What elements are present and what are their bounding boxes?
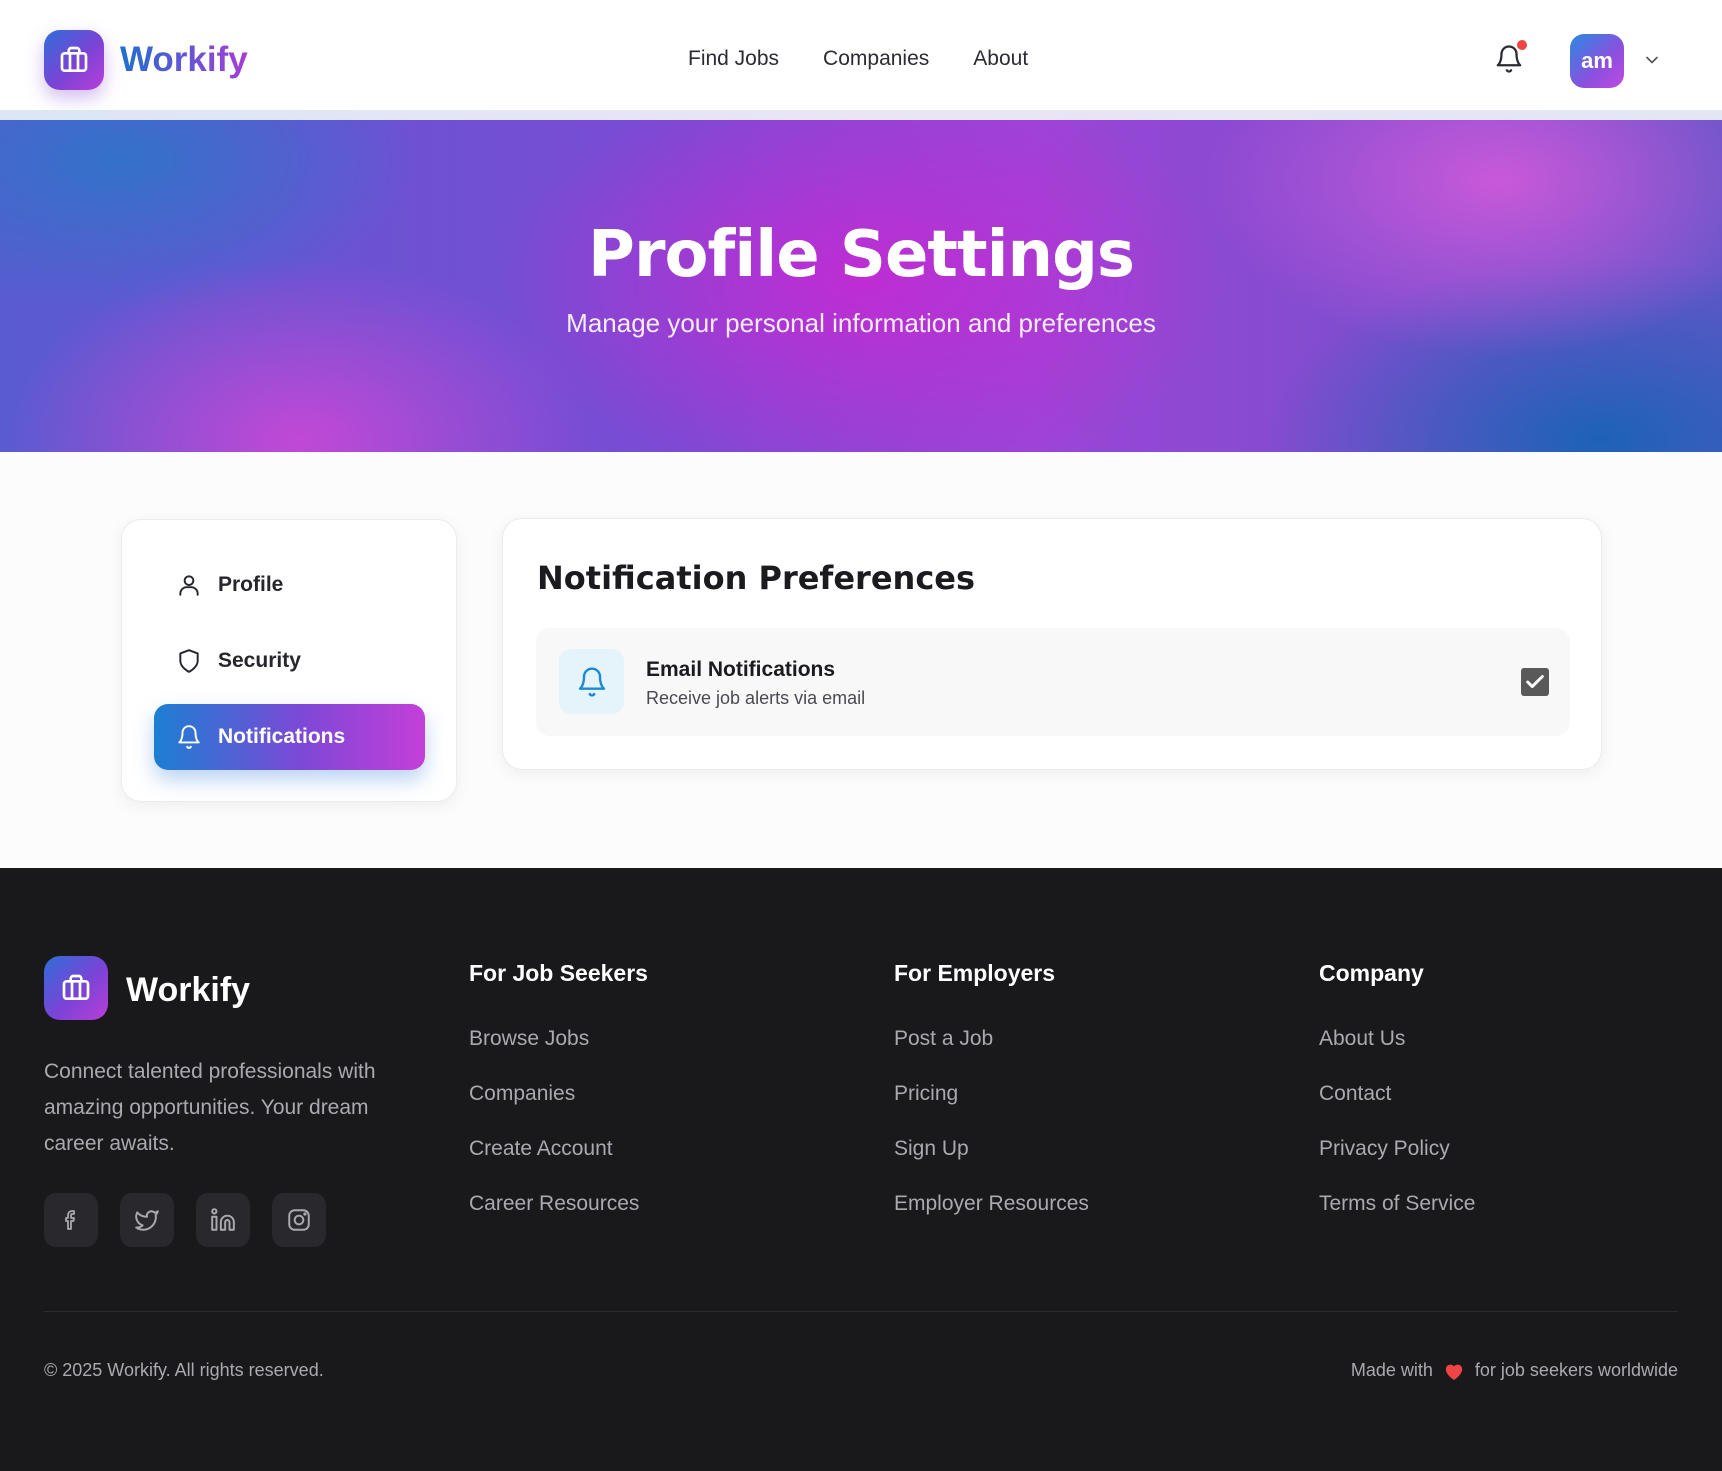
footer-brand-name[interactable]: Workify <box>126 971 250 1010</box>
sidebar-item-label: Profile <box>218 573 284 596</box>
made-with-prefix: Made with <box>1350 1360 1433 1380</box>
footer-column-job-seekers: For Job Seekers Browse Jobs Companies Cr… <box>469 960 648 1247</box>
sidebar-item-security[interactable]: Security <box>154 628 425 694</box>
linkedin-button[interactable] <box>196 1193 250 1247</box>
linkedin-icon <box>211 1208 235 1231</box>
footer-link-pricing[interactable]: Pricing <box>894 1082 1089 1137</box>
hero-banner: Profile Settings Manage your personal in… <box>0 120 1722 452</box>
bell-icon <box>578 667 605 696</box>
made-with-text: Made with for job seekers worldwide <box>1351 1360 1678 1381</box>
site-footer: Workify Connect talented professionals w… <box>0 868 1722 1471</box>
sidebar-item-profile[interactable]: Profile <box>154 552 425 618</box>
footer-logo-badge[interactable] <box>44 956 108 1020</box>
page-title: Profile Settings <box>588 218 1135 292</box>
footer-link-browse-jobs[interactable]: Browse Jobs <box>469 1027 648 1082</box>
footer-link-about-us[interactable]: About Us <box>1319 1027 1475 1082</box>
footer-link-employer-resources[interactable]: Employer Resources <box>894 1192 1089 1247</box>
nav-link-about[interactable]: About <box>973 47 1028 71</box>
footer-link-sign-up[interactable]: Sign Up <box>894 1137 1089 1192</box>
brand-name[interactable]: Workify <box>120 40 248 80</box>
preference-title: Email Notifications <box>646 658 836 681</box>
footer-link-terms-of-service[interactable]: Terms of Service <box>1319 1192 1475 1247</box>
twitter-button[interactable] <box>120 1193 174 1247</box>
chevron-down-icon[interactable] <box>1642 50 1662 70</box>
footer-column-heading: Company <box>1319 960 1424 986</box>
sidebar-item-notifications[interactable]: Notifications <box>154 704 425 770</box>
heart-icon <box>1445 1364 1463 1380</box>
footer-column-company: Company About Us Contact Privacy Policy … <box>1319 960 1475 1247</box>
footer-link-career-resources[interactable]: Career Resources <box>469 1192 648 1247</box>
footer-column-employers: For Employers Post a Job Pricing Sign Up… <box>894 960 1089 1247</box>
sidebar-item-label: Notifications <box>218 725 346 748</box>
logo-badge[interactable] <box>44 30 104 90</box>
notification-dot <box>1517 40 1527 50</box>
top-navbar: Workify Find Jobs Companies About am <box>0 0 1722 110</box>
sidebar-item-label: Security <box>218 649 301 672</box>
section-title: Notification Preferences <box>537 559 976 597</box>
email-notifications-checkbox[interactable] <box>1521 668 1549 696</box>
footer-link-contact[interactable]: Contact <box>1319 1082 1475 1137</box>
twitter-icon <box>135 1210 159 1231</box>
instagram-icon <box>288 1209 310 1231</box>
user-icon <box>179 575 199 596</box>
settings-sidebar: Profile Security Notifications <box>121 519 457 802</box>
facebook-icon <box>65 1210 75 1230</box>
checkmark-icon <box>1526 675 1544 689</box>
preference-row-email: Email Notifications Receive job alerts v… <box>536 628 1570 736</box>
footer-description: Connect talented professionals with amaz… <box>44 1060 376 1155</box>
footer-column-heading: For Job Seekers <box>469 960 648 986</box>
footer-column-heading: For Employers <box>894 960 1056 986</box>
made-with-suffix: for job seekers worldwide <box>1474 1360 1678 1380</box>
bell-icon <box>178 725 200 749</box>
nav-divider <box>0 110 1722 120</box>
page-subtitle: Manage your personal information and pre… <box>566 308 1156 338</box>
preference-icon <box>559 649 624 714</box>
briefcase-icon <box>62 974 90 1000</box>
main-nav: Find Jobs Companies About <box>688 47 1028 71</box>
nav-link-companies[interactable]: Companies <box>823 47 929 71</box>
nav-link-find-jobs[interactable]: Find Jobs <box>688 47 779 71</box>
facebook-button[interactable] <box>44 1193 98 1247</box>
copyright-text: © 2025 Workify. All rights reserved. <box>44 1360 324 1380</box>
footer-link-create-account[interactable]: Create Account <box>469 1137 648 1192</box>
preference-description: Receive job alerts via email <box>646 688 866 708</box>
footer-divider <box>44 1311 1678 1312</box>
shield-icon <box>179 649 199 673</box>
footer-link-companies[interactable]: Companies <box>469 1082 648 1137</box>
briefcase-icon <box>60 46 88 72</box>
avatar[interactable]: am <box>1570 34 1624 88</box>
notification-preferences-card: Notification Preferences Email Notificat… <box>502 518 1602 770</box>
instagram-button[interactable] <box>272 1193 326 1247</box>
footer-link-privacy-policy[interactable]: Privacy Policy <box>1319 1137 1475 1192</box>
footer-link-post-a-job[interactable]: Post a Job <box>894 1027 1089 1082</box>
